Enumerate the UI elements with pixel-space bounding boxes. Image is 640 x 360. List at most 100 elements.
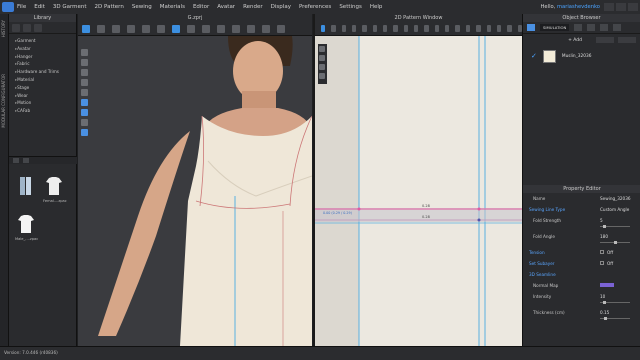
intensity-handle[interactable] [602, 301, 606, 304]
move-tool-icon[interactable] [97, 24, 105, 33]
menu-avatar[interactable]: Avatar [217, 4, 235, 10]
brush-tool-icon[interactable] [202, 24, 210, 33]
menu-file[interactable]: File [17, 4, 26, 10]
fold-angle-value[interactable]: 180 [600, 234, 608, 239]
fabric-list-item[interactable]: ✓ Muslin_32036 [523, 46, 640, 66]
sublayer-checkbox[interactable] [600, 261, 604, 265]
name-field[interactable]: Sewing_32036 [600, 196, 631, 201]
free-sewing-icon[interactable] [414, 25, 419, 32]
texture-tool-icon[interactable] [217, 24, 225, 33]
dart-icon[interactable] [393, 25, 398, 32]
thumbnail-view-icon[interactable] [13, 158, 19, 163]
library-thumb[interactable] [15, 174, 37, 199]
segment-sewing-icon[interactable] [403, 25, 409, 32]
rectangle-icon[interactable] [372, 25, 378, 32]
add-fabric-button[interactable]: + Add [568, 38, 582, 43]
delete-button[interactable] [618, 37, 636, 43]
menu-render[interactable]: Render [243, 4, 263, 10]
texture-edit-icon[interactable] [445, 25, 450, 32]
menu-preferences[interactable]: Preferences [299, 4, 331, 10]
trim-tab-icon[interactable] [613, 24, 622, 31]
topstitch-tab-icon[interactable] [600, 24, 609, 31]
thickness-handle[interactable] [604, 317, 608, 320]
fabric-tab-icon[interactable] [527, 24, 535, 31]
sewing-line-type-select[interactable]: Custom Angle [600, 207, 629, 212]
pattern-view-icon[interactable] [319, 55, 325, 61]
menu-materials[interactable]: Materials [160, 4, 185, 10]
menu-settings[interactable]: Settings [339, 4, 362, 10]
3d-garment-window[interactable]: G.zprj [78, 14, 312, 346]
transform-pattern-icon[interactable] [321, 25, 326, 32]
measure-icon[interactable] [496, 25, 502, 32]
polygon-icon[interactable] [362, 25, 367, 32]
library-item-material[interactable]: Material [15, 76, 76, 84]
circle-icon[interactable] [383, 25, 388, 32]
select-tool-icon[interactable] [82, 24, 90, 33]
thickness-slider[interactable] [600, 317, 630, 320]
fold-strength-value[interactable]: 5 [600, 218, 603, 223]
add-point-icon[interactable] [352, 25, 357, 32]
menu-help[interactable]: Help [370, 4, 383, 10]
intensity-value[interactable]: 10 [600, 294, 605, 299]
tape-tool-icon[interactable] [142, 24, 150, 33]
zipper-tool-icon[interactable] [247, 24, 255, 33]
search-icon[interactable] [34, 23, 42, 32]
pin-tool-icon[interactable] [127, 24, 135, 33]
tack-icon[interactable] [424, 25, 429, 32]
library-item-wear[interactable]: Wear [15, 92, 76, 100]
fold-angle-slider[interactable] [600, 241, 630, 244]
tension-checkbox[interactable] [600, 250, 604, 254]
thickness-value[interactable]: 0.15 [600, 310, 609, 315]
button-tab-icon[interactable] [574, 24, 583, 31]
tab-history[interactable]: HISTORY [1, 20, 8, 37]
library-thumb-female[interactable]: Femal....zpac [43, 174, 67, 203]
menu-editor[interactable]: Editor [193, 4, 209, 10]
library-item-avatar[interactable]: Avatar [15, 45, 76, 53]
menu-2d-pattern[interactable]: 2D Pattern [95, 4, 124, 10]
simulation-toggle[interactable]: SIMULATION [540, 24, 570, 31]
library-item-garment[interactable]: Garment [15, 37, 76, 45]
menu-sewing[interactable]: Sewing [132, 4, 152, 10]
library-thumb-male[interactable]: Male_....zpac [15, 212, 38, 241]
tab-modular-configurator[interactable]: MODULAR CONFIGURATOR [1, 74, 8, 128]
edit-point-icon[interactable] [341, 25, 347, 32]
library-item-hanger[interactable]: Hanger [15, 53, 76, 61]
zipper-icon[interactable] [486, 25, 491, 32]
list-view-icon[interactable] [23, 23, 31, 32]
topstitch-icon[interactable] [465, 25, 471, 32]
button-tool-icon[interactable] [262, 24, 270, 33]
library-item-hardware[interactable]: Hardware and Trims [15, 68, 76, 76]
library-item-cafab[interactable]: CAFab [15, 107, 76, 115]
button-icon[interactable] [476, 25, 481, 32]
intensity-slider[interactable] [600, 301, 630, 304]
edit-pattern-icon[interactable] [331, 25, 336, 32]
normal-map-swatch[interactable] [600, 283, 614, 287]
zoom-icon[interactable] [319, 46, 325, 52]
fold-arrangement-icon[interactable] [434, 25, 440, 32]
user-greeting[interactable]: Hello, mariashevdenko [541, 4, 600, 10]
grid-view-icon[interactable] [12, 23, 20, 32]
fold-strength-slider[interactable] [600, 225, 630, 228]
trim-tool-icon[interactable] [232, 24, 240, 33]
copy-button[interactable] [596, 37, 614, 43]
steam-tool-icon[interactable] [157, 24, 165, 33]
list-view-icon[interactable] [23, 158, 29, 163]
close-button[interactable] [628, 3, 638, 11]
seam-view-icon[interactable] [319, 73, 325, 79]
maximize-button[interactable] [616, 3, 626, 11]
fold-tool-icon[interactable] [112, 24, 120, 33]
menu-edit[interactable]: Edit [34, 4, 45, 10]
library-item-fabric[interactable]: Fabric [15, 60, 76, 68]
fold-strength-handle[interactable] [602, 225, 606, 228]
fold-angle-handle[interactable] [613, 241, 617, 244]
menu-3d-garment[interactable]: 3D Garment [53, 4, 87, 10]
graphic-icon[interactable] [455, 25, 460, 32]
grid-icon[interactable] [319, 64, 325, 70]
snapshot-tool-icon[interactable] [277, 24, 285, 33]
annotation-icon[interactable] [507, 25, 512, 32]
buttonhole-tab-icon[interactable] [587, 24, 596, 31]
minimize-button[interactable] [604, 3, 614, 11]
library-item-motion[interactable]: Motion [15, 99, 76, 107]
avatar-tool-icon[interactable] [187, 24, 195, 33]
menu-display[interactable]: Display [271, 4, 291, 10]
